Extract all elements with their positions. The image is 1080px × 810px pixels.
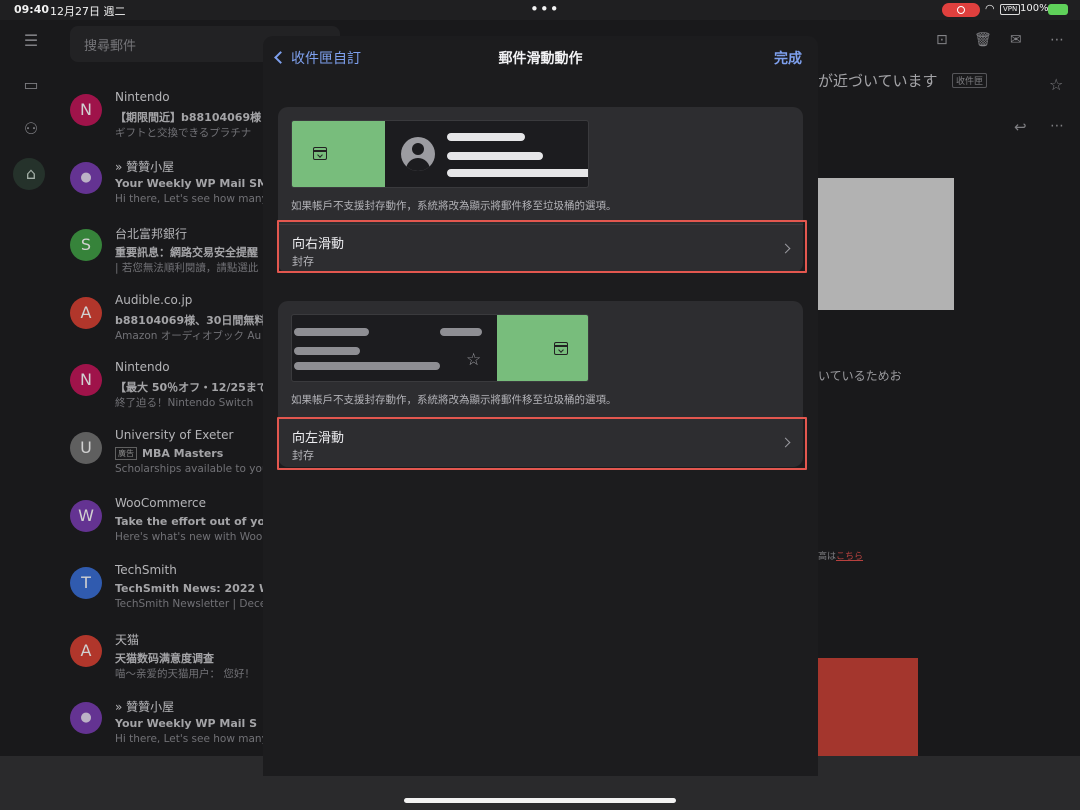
battery-icon	[1048, 4, 1068, 15]
swipe-action-area	[497, 315, 588, 381]
screen-recording-icon	[942, 3, 980, 17]
highlight-box	[277, 417, 807, 470]
swipe-action-area	[292, 121, 385, 187]
placeholder-line	[294, 347, 360, 355]
archive-note: 如果帳戶不支援封存動作，系統將改為顯示將郵件移至垃圾桶的選項。	[291, 394, 617, 406]
archive-note: 如果帳戶不支援封存動作，系統將改為顯示將郵件移至垃圾桶的選項。	[291, 200, 617, 212]
sheet-title: 郵件滑動動作	[498, 51, 583, 67]
right-swipe-preview	[291, 120, 589, 188]
placeholder-line	[447, 152, 543, 160]
home-indicator[interactable]	[404, 798, 676, 803]
status-bar: 09:40 12月27日 週二 ••• ◠ VPN 100%	[0, 0, 1080, 20]
multitask-dots-icon[interactable]: •••	[530, 0, 560, 18]
status-time: 09:40	[14, 3, 50, 16]
wifi-icon: ◠	[985, 2, 995, 15]
placeholder-line	[294, 328, 369, 336]
placeholder-line	[440, 328, 482, 336]
status-date: 12月27日 週二	[50, 5, 126, 18]
archive-icon	[312, 147, 327, 160]
placeholder-line	[294, 362, 440, 370]
placeholder-line	[447, 133, 525, 141]
sheet-nav-bar: 收件匣自訂 郵件滑動動作 完成	[263, 36, 818, 80]
vpn-badge: VPN	[1000, 4, 1021, 15]
archive-icon	[553, 342, 568, 355]
highlight-box	[277, 220, 807, 273]
swipe-actions-sheet: 收件匣自訂 郵件滑動動作 完成 如果帳戶不支援封存動作，系統將改為顯示將郵件移至…	[263, 36, 818, 776]
avatar-icon	[401, 137, 435, 171]
done-button[interactable]: 完成	[774, 48, 802, 68]
placeholder-line	[447, 169, 588, 177]
left-swipe-preview: ☆	[291, 314, 589, 382]
battery-percent: 100%	[1020, 3, 1049, 14]
star-icon: ☆	[466, 350, 482, 370]
